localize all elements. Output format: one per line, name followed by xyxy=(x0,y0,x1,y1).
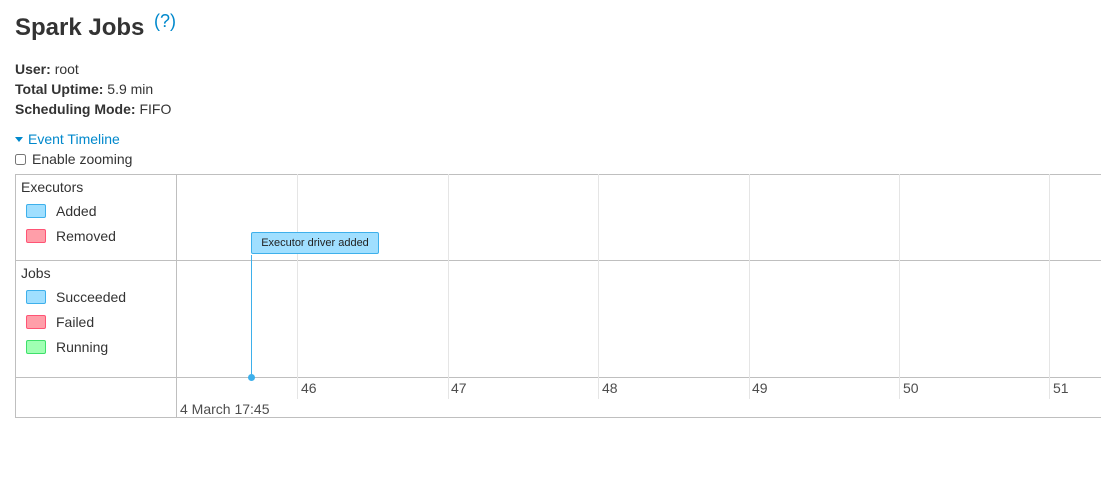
failed-legend-label: Failed xyxy=(56,314,95,330)
enable-zooming-label: Enable zooming xyxy=(32,151,133,167)
succeeded-legend-label: Succeeded xyxy=(56,289,127,305)
scheduling-mode-value: FIFO xyxy=(139,101,172,117)
user-value: root xyxy=(54,61,79,77)
grid-line-48 xyxy=(598,174,599,399)
added-legend-label: Added xyxy=(56,203,97,219)
failed-legend-swatch xyxy=(26,315,46,329)
uptime-value: 5.9 min xyxy=(107,81,154,97)
timeline-left-border xyxy=(15,174,16,418)
enable-zooming-checkbox[interactable] xyxy=(15,154,26,165)
tick-49: 49 xyxy=(752,380,768,396)
event-timeline-toggle[interactable]: Event Timeline xyxy=(15,131,120,147)
grid-line-47 xyxy=(448,174,449,399)
executor-added-event[interactable]: Executor driver added xyxy=(251,232,379,254)
axis-line xyxy=(15,377,1101,378)
major-axis-label: 4 March 17:45 xyxy=(180,401,270,417)
page-title: Spark Jobs xyxy=(15,14,145,41)
grid-line-46 xyxy=(297,174,298,399)
event-connector-line xyxy=(251,255,252,377)
grid-line-51 xyxy=(1049,174,1050,399)
uptime-info: Total Uptime: 5.9 min xyxy=(15,81,153,97)
uptime-label: Total Uptime: xyxy=(15,81,104,97)
grid-line-50 xyxy=(899,174,900,399)
scheduling-mode-label: Scheduling Mode: xyxy=(15,101,136,117)
scheduling-mode-info: Scheduling Mode: FIFO xyxy=(15,101,171,117)
user-label: User: xyxy=(15,61,51,77)
caret-down-icon xyxy=(15,136,23,142)
tick-48: 48 xyxy=(602,380,618,396)
executors-group-label: Executors xyxy=(21,179,84,195)
group-divider xyxy=(15,260,1101,261)
timeline-top-border xyxy=(15,174,1101,175)
added-legend-swatch xyxy=(26,204,46,218)
timeline-bottom-border xyxy=(15,417,1101,418)
user-info: User: root xyxy=(15,61,79,77)
help-link[interactable]: (?) xyxy=(154,11,176,32)
removed-legend-swatch xyxy=(26,229,46,243)
grid-line-49 xyxy=(749,174,750,399)
tick-51: 51 xyxy=(1053,380,1069,396)
running-legend-swatch xyxy=(26,340,46,354)
tick-46: 46 xyxy=(301,380,317,396)
event-dot xyxy=(248,374,255,381)
tick-50: 50 xyxy=(903,380,919,396)
jobs-group-label: Jobs xyxy=(21,265,51,281)
event-timeline[interactable]: Executors Added Removed Jobs Succeeded F… xyxy=(15,174,1101,418)
removed-legend-label: Removed xyxy=(56,228,116,244)
succeeded-legend-swatch xyxy=(26,290,46,304)
running-legend-label: Running xyxy=(56,339,109,355)
tick-47: 47 xyxy=(451,380,467,396)
event-timeline-label: Event Timeline xyxy=(28,131,120,147)
timeline-label-divider xyxy=(176,174,177,418)
